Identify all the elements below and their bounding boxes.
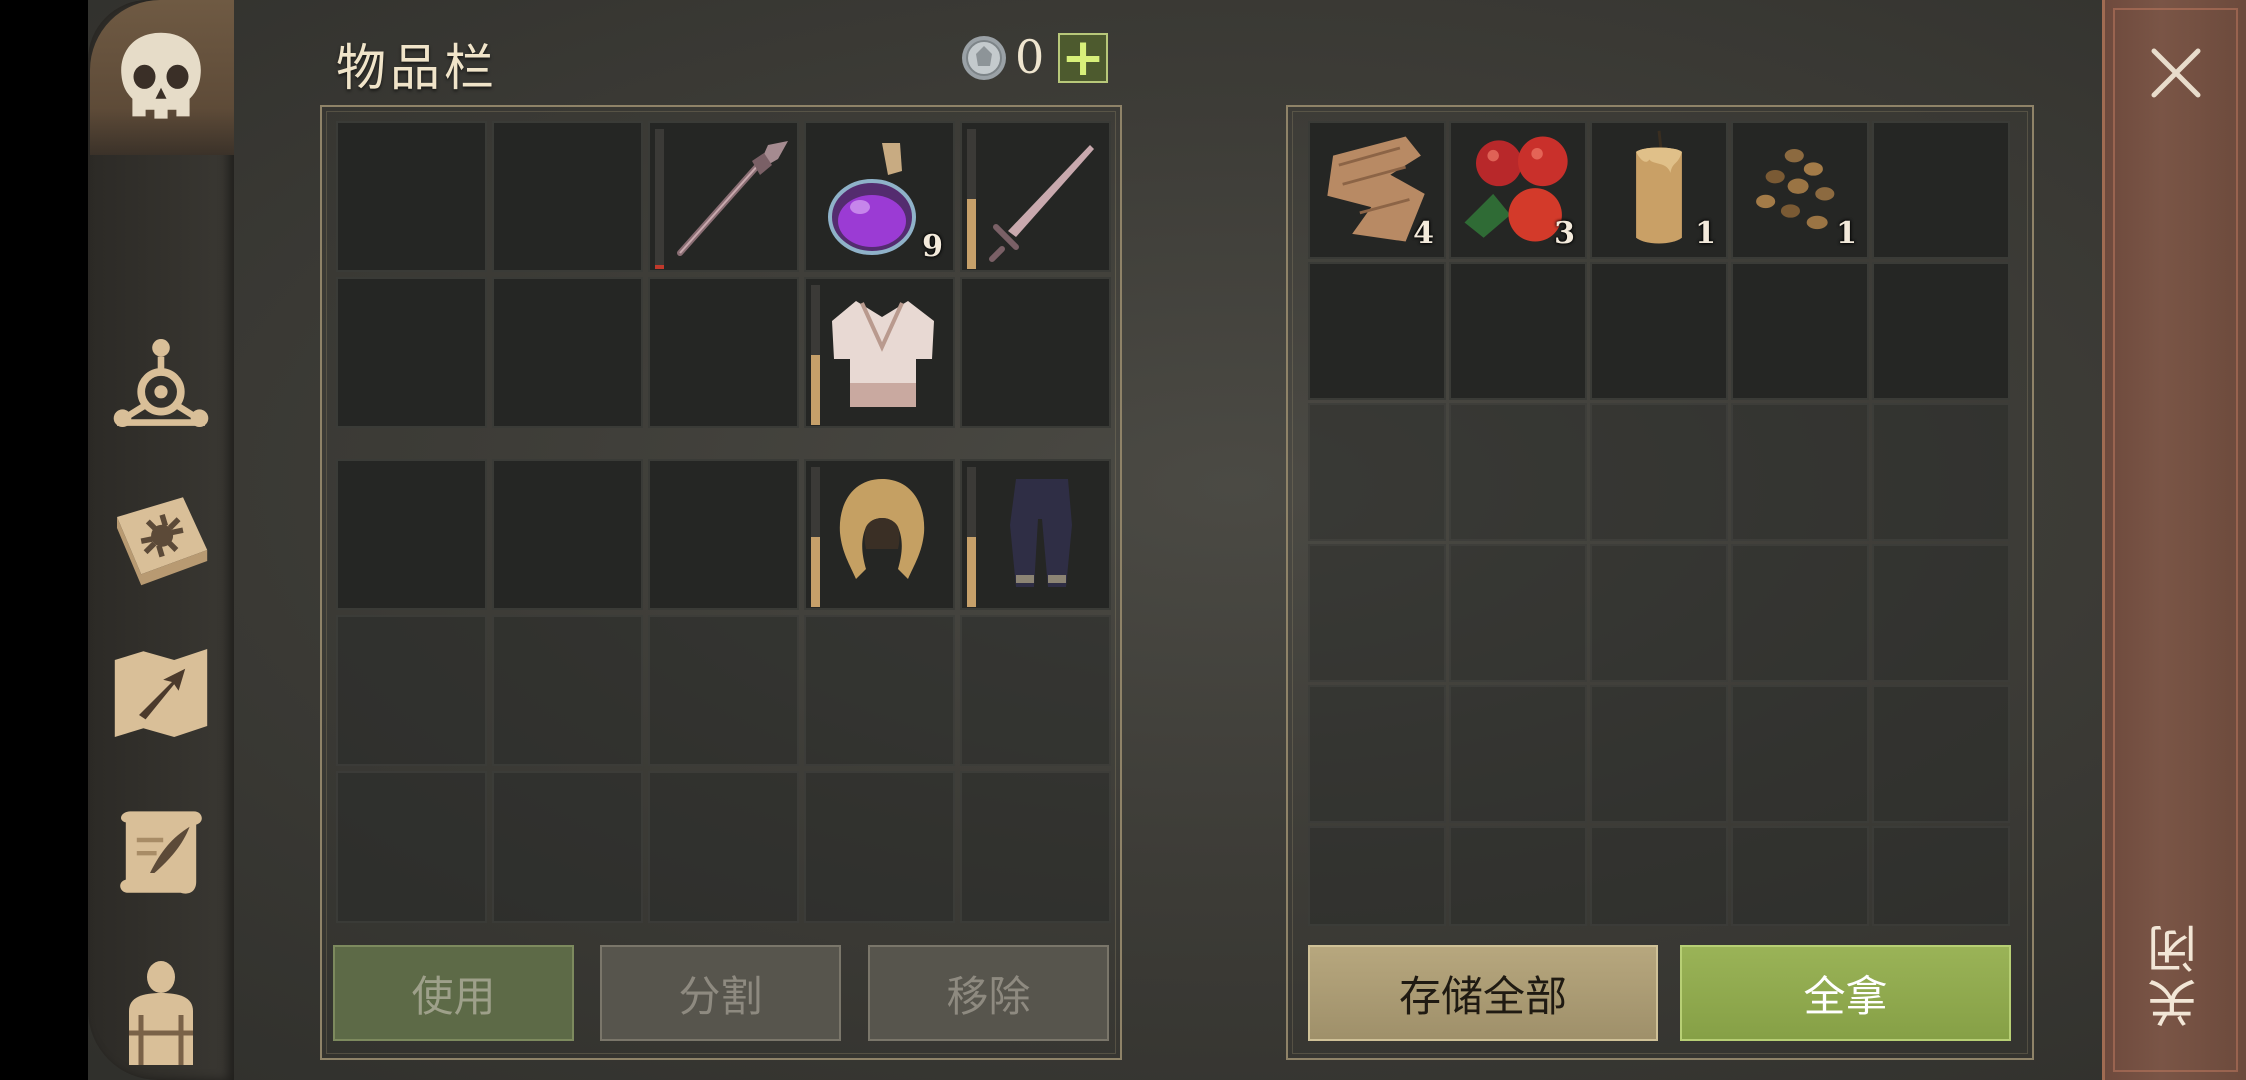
inventory-slot[interactable] bbox=[648, 277, 799, 428]
container-slot bbox=[1731, 544, 1869, 682]
container-slot bbox=[1872, 685, 2010, 823]
item-quantity: 1 bbox=[1836, 216, 1857, 251]
add-coin-button[interactable]: + bbox=[1058, 28, 1108, 88]
item-quantity: 3 bbox=[1554, 216, 1575, 251]
hood-icon bbox=[839, 479, 925, 579]
container-slot bbox=[1590, 826, 1728, 926]
container-slot[interactable] bbox=[1308, 262, 1446, 400]
inventory-slot[interactable] bbox=[804, 615, 955, 766]
inventory-slot[interactable] bbox=[960, 121, 1111, 272]
inventory-slot[interactable] bbox=[960, 771, 1111, 923]
use-button[interactable]: 使用 bbox=[333, 945, 574, 1041]
journal-book-icon[interactable] bbox=[100, 478, 222, 600]
silver-coin-icon bbox=[962, 36, 1006, 80]
container-slot bbox=[1449, 544, 1587, 682]
container-slot[interactable]: 1 bbox=[1590, 121, 1728, 259]
container-slot bbox=[1872, 826, 2010, 926]
inventory-title: 物品栏 bbox=[336, 39, 498, 97]
container-slot[interactable] bbox=[1449, 262, 1587, 400]
container-slot bbox=[1449, 826, 1587, 926]
plus-icon: + bbox=[1061, 28, 1105, 88]
container-slot bbox=[1449, 403, 1587, 541]
sword-icon bbox=[989, 145, 1094, 262]
inventory-slot[interactable] bbox=[804, 459, 955, 610]
screen-edge bbox=[0, 0, 88, 1080]
close-icon[interactable] bbox=[2148, 45, 2204, 101]
split-button[interactable]: 分割 bbox=[600, 945, 841, 1041]
quest-scroll-icon[interactable] bbox=[100, 790, 222, 912]
item-quantity: 4 bbox=[1413, 216, 1434, 251]
pants-icon bbox=[1010, 479, 1072, 587]
store-all-button[interactable]: 存储全部 bbox=[1308, 945, 1658, 1041]
inventory-slot[interactable]: 9 bbox=[804, 121, 955, 272]
container-slot bbox=[1449, 685, 1587, 823]
container-slot[interactable] bbox=[1590, 262, 1728, 400]
inventory-slot[interactable] bbox=[336, 277, 487, 428]
container-slot[interactable]: 4 bbox=[1308, 121, 1446, 259]
container-slot bbox=[1731, 685, 1869, 823]
container-slot[interactable] bbox=[1872, 121, 2010, 259]
container-slot[interactable] bbox=[1731, 262, 1869, 400]
inventory-slot[interactable] bbox=[960, 459, 1111, 610]
inventory-slot[interactable] bbox=[648, 771, 799, 923]
container-slot bbox=[1308, 826, 1446, 926]
container-slot bbox=[1590, 685, 1728, 823]
close-panel[interactable] bbox=[2102, 0, 2246, 1080]
inventory-slot[interactable] bbox=[960, 277, 1111, 428]
skull-icon[interactable] bbox=[100, 18, 222, 140]
item-quantity: 1 bbox=[1695, 216, 1716, 251]
inventory-slot[interactable] bbox=[648, 121, 799, 272]
inventory-slot[interactable] bbox=[960, 615, 1111, 766]
inventory-slot[interactable] bbox=[492, 277, 643, 428]
inventory-slot[interactable] bbox=[336, 121, 487, 272]
container-slot bbox=[1308, 544, 1446, 682]
inventory-slot[interactable] bbox=[492, 459, 643, 610]
coin-count: 0 bbox=[1015, 30, 1045, 84]
inventory-slot[interactable] bbox=[492, 615, 643, 766]
character-icon[interactable] bbox=[100, 940, 222, 1080]
container-slot bbox=[1731, 826, 1869, 926]
container-slot bbox=[1872, 403, 2010, 541]
inventory-slot[interactable] bbox=[804, 277, 955, 428]
item-quantity: 9 bbox=[922, 229, 943, 264]
map-icon[interactable] bbox=[100, 632, 222, 754]
spear-icon bbox=[677, 141, 788, 256]
remove-button[interactable]: 移除 bbox=[868, 945, 1109, 1041]
container-slot[interactable]: 1 bbox=[1731, 121, 1869, 259]
inventory-slot[interactable] bbox=[336, 459, 487, 610]
inventory-slot[interactable] bbox=[804, 771, 955, 923]
inventory-slot[interactable] bbox=[648, 459, 799, 610]
container-slot bbox=[1590, 403, 1728, 541]
container-slot[interactable]: 3 bbox=[1449, 121, 1587, 259]
container-slot bbox=[1872, 544, 2010, 682]
skills-icon[interactable] bbox=[100, 322, 222, 444]
container-slot bbox=[1308, 403, 1446, 541]
inventory-slot[interactable] bbox=[336, 615, 487, 766]
container-slot bbox=[1308, 685, 1446, 823]
container-slot bbox=[1731, 403, 1869, 541]
close-label[interactable]: 关闭 bbox=[2140, 920, 2210, 1028]
container-slot bbox=[1590, 544, 1728, 682]
inventory-slot[interactable] bbox=[492, 771, 643, 923]
inventory-slot[interactable] bbox=[336, 771, 487, 923]
take-all-button[interactable]: 全拿 bbox=[1680, 945, 2011, 1041]
inventory-slot[interactable] bbox=[492, 121, 643, 272]
container-slot[interactable] bbox=[1872, 262, 2010, 400]
tunic-icon bbox=[832, 301, 934, 407]
inventory-slot[interactable] bbox=[648, 615, 799, 766]
